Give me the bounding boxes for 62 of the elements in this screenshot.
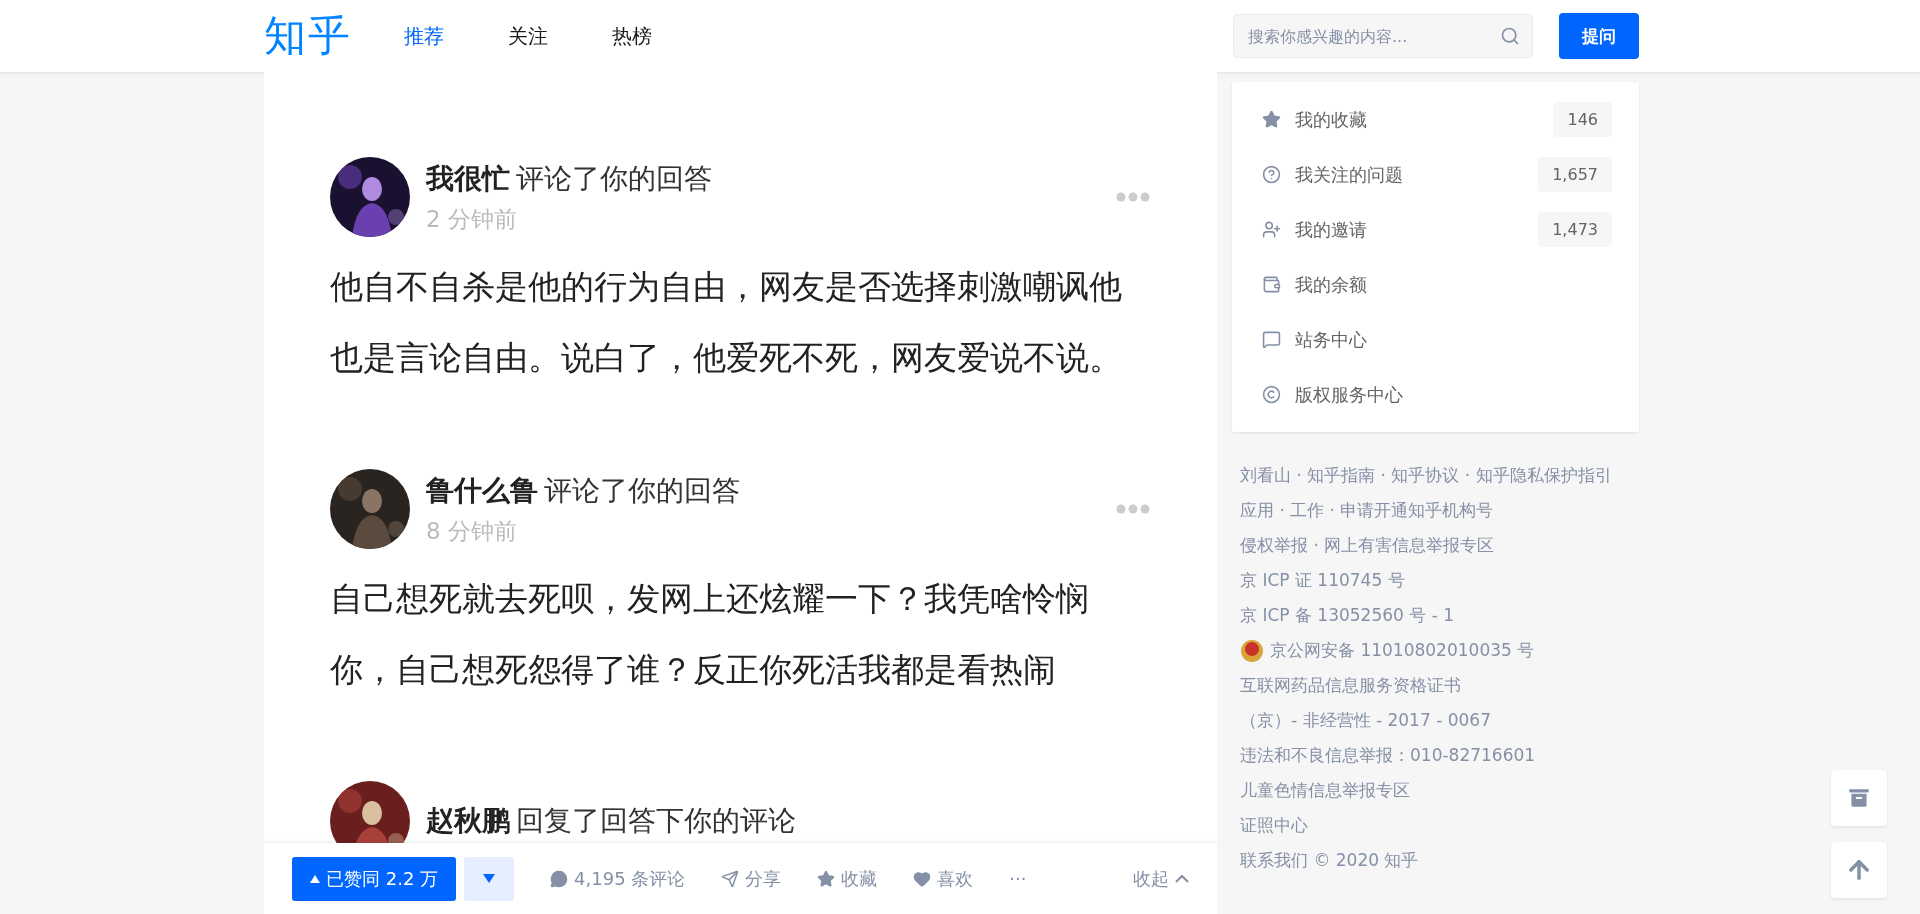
footer-link[interactable]: 应用 · 工作 · 申请开通知乎机构号 [1240, 493, 1494, 528]
comment-text: 他自不自杀是他的行为自由，网友是否选择刺激嘲讽他也是言论自由。说白了，他爱死不死，网友爱说不说。 [330, 266, 1123, 379]
count-badge: 146 [1553, 102, 1612, 137]
footer-link[interactable]: 证照中心 [1240, 808, 1308, 843]
heart-icon [913, 869, 932, 888]
triangle-down-icon [483, 874, 496, 883]
footer-link[interactable]: 联系我们 © 2020 知乎 [1240, 843, 1419, 878]
question-icon [1262, 165, 1281, 184]
ask-button[interactable]: 提问 [1559, 13, 1639, 59]
triangle-up-icon [310, 874, 320, 883]
sidebar-item[interactable]: 版权服务中心 [1232, 367, 1639, 422]
more-icon [1116, 192, 1150, 202]
message-icon [1262, 330, 1281, 349]
comment-time: 8 分钟前 [426, 516, 518, 546]
search-input[interactable]: 搜索你感兴趣的内容... [1246, 25, 1500, 47]
search-icon[interactable] [1500, 26, 1520, 46]
feedback-button[interactable] [1831, 770, 1887, 826]
like-button[interactable]: 喜欢 [913, 866, 974, 891]
footer-link[interactable]: 侵权举报 · 网上有害信息举报专区 [1240, 528, 1495, 563]
copyright-icon [1262, 385, 1281, 404]
collapse-button[interactable]: 收起 [1133, 866, 1189, 891]
footer-link[interactable]: 违法和不良信息举报：010-82716601 [1240, 738, 1536, 773]
count-badge: 1,473 [1538, 212, 1612, 247]
upvote-button[interactable]: 已赞同 2.2 万 [292, 856, 457, 901]
comments-button[interactable]: 4,195 条评论 [550, 866, 686, 891]
sidebar-item[interactable]: 我的余额 [1232, 257, 1639, 312]
comment-heading: 赵秋鹏 回复了回答下你的评论 [426, 803, 797, 839]
footer-link[interactable]: 京 ICP 证 110745 号 [1240, 563, 1405, 598]
count-badge: 1,657 [1538, 157, 1612, 192]
footer-link[interactable]: 互联网药品信息服务资格证书 [1240, 668, 1461, 703]
share-button[interactable]: 分享 [721, 866, 782, 891]
footer-link[interactable]: 京公网安备 11010802010035 号 [1270, 633, 1535, 668]
sidebar-item[interactable]: 我的邀请 1,473 [1232, 202, 1639, 257]
chevron-up-icon [1175, 874, 1189, 883]
sidebar-item[interactable]: 我关注的问题 1,657 [1232, 147, 1639, 202]
nav-tab[interactable]: 推荐 [404, 22, 444, 50]
paper-plane-icon [721, 869, 740, 888]
sidebar-item[interactable]: 我的收藏 146 [1232, 92, 1639, 147]
comment-icon [550, 869, 569, 888]
comment-heading: 鲁什么鲁 评论了你的回答 [426, 472, 741, 509]
comment-time: 2 分钟前 [426, 204, 518, 234]
add-user-icon [1262, 220, 1281, 239]
footer-link[interactable]: 儿童色情信息举报专区 [1240, 773, 1410, 808]
search-field[interactable]: 搜索你感兴趣的内容... [1233, 14, 1533, 58]
downvote-button[interactable] [464, 856, 515, 901]
wallet-icon [1262, 275, 1281, 294]
nav-tab[interactable]: 热榜 [612, 22, 652, 50]
sidebar-item[interactable]: 站务中心 [1232, 312, 1639, 367]
star-icon [817, 869, 836, 888]
footer-link[interactable]: （京）- 非经营性 - 2017 - 0067 [1240, 703, 1491, 738]
star-icon [1262, 110, 1281, 129]
favorite-button[interactable]: 收藏 [817, 866, 878, 891]
comment-heading: 我很忙 评论了你的回答 [426, 160, 713, 197]
back-to-top-button[interactable] [1831, 842, 1887, 898]
comment-text: 自己想死就去死呗，发网上还炫耀一下？我凭啥怜悯你，自己想死怨得了谁？反正你死活我都是看热闹 [330, 578, 1090, 691]
more-icon [1116, 504, 1150, 514]
more-button[interactable]: ··· [1009, 868, 1027, 889]
logo[interactable]: 知乎 [264, 8, 352, 64]
emblem-icon [1240, 637, 1264, 664]
footer-link[interactable]: 京 ICP 备 13052560 号 - 1 [1240, 598, 1455, 633]
footer-link[interactable]: 刘看山 · 知乎指南 · 知乎协议 · 知乎隐私保护指引 [1240, 458, 1612, 493]
nav-tab[interactable]: 关注 [508, 22, 548, 50]
